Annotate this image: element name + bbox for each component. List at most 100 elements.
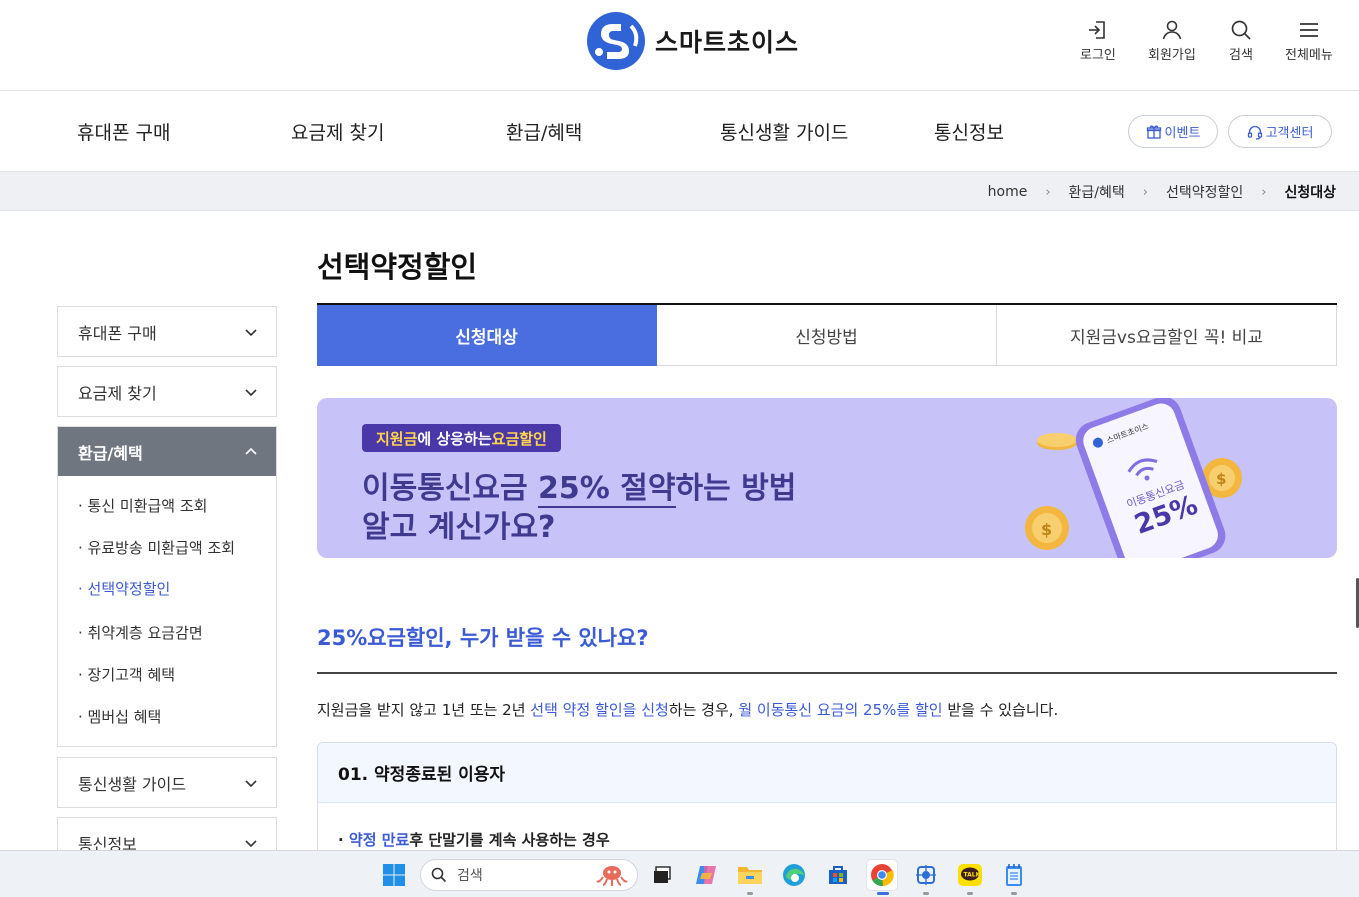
promo-banner: 지원금 에 상응하는 요금할인 이동통신요금 25% 절약하는 방법 알고 계신가…	[317, 398, 1337, 558]
badge-text: 에 상응하는	[417, 429, 492, 448]
running-indicator	[747, 892, 753, 895]
event-label: 이벤트	[1164, 126, 1201, 141]
breadcrumb-current: 신청대상	[1284, 185, 1336, 201]
banner-headline-1: 이동통신요금 25% 절약하는 방법	[362, 463, 797, 508]
item-highlight: 약정 만료	[348, 831, 410, 849]
desc-text: 받을 수 있습니다.	[942, 701, 1059, 719]
headline-text: 하는 방법	[675, 471, 797, 506]
main-nav: 휴대폰 구매 요금제 찾기 환급/혜택 통신생활 가이드 통신정보 이벤트 고객…	[0, 91, 1359, 171]
sidebar-item-label: 휴대폰 구매	[78, 323, 157, 343]
sidebar-sub-long-term-benefit[interactable]: · 장기고객 혜택	[78, 664, 175, 685]
site-logo[interactable]: 스마트초이스	[587, 12, 799, 70]
notepad-icon[interactable]	[998, 859, 1030, 895]
sidebar-item-label: 통신생활 가이드	[78, 774, 187, 794]
search-icon	[431, 867, 447, 883]
customer-center-label: 고객센터	[1265, 126, 1314, 141]
signup-button[interactable]: 회원가입	[1148, 18, 1196, 63]
chevron-right-icon: ›	[1261, 184, 1267, 200]
hamburger-icon	[1299, 23, 1318, 37]
svg-text:$: $	[1041, 520, 1052, 539]
tab-eligibility[interactable]: 신청대상	[317, 305, 657, 366]
breadcrumb-refund[interactable]: 환급/혜택	[1069, 182, 1125, 202]
all-menu-label: 전체메뉴	[1285, 48, 1333, 63]
copilot-icon[interactable]	[690, 859, 722, 891]
section-title: 25%요금할인, 누가 받을 수 있나요?	[317, 626, 649, 650]
snipping-tool-icon[interactable]	[910, 859, 942, 895]
login-button[interactable]: 로그인	[1080, 18, 1116, 63]
sidebar-sub-selective-discount[interactable]: · 선택약정할인	[78, 578, 170, 599]
sidebar-header[interactable]: 통신생활 가이드	[58, 758, 276, 807]
badge-highlight-1: 지원금	[376, 429, 418, 448]
nav-telecom-info[interactable]: 통신정보	[934, 118, 1004, 145]
customer-center-button[interactable]: 고객센터	[1228, 115, 1332, 148]
nav-phone-purchase[interactable]: 휴대폰 구매	[77, 118, 170, 145]
sidebar-header-open[interactable]: 환급/혜택	[58, 427, 276, 476]
banner-headline-2: 알고 계신가요?	[362, 510, 556, 545]
logo-text: 스마트초이스	[655, 28, 800, 57]
event-button[interactable]: 이벤트	[1128, 115, 1218, 148]
windows-start-icon[interactable]	[378, 859, 410, 891]
sidebar-sub-vulnerable-reduction[interactable]: · 취약계층 요금감면	[78, 622, 203, 643]
edge-browser-icon[interactable]	[778, 859, 810, 891]
bullet: ·	[338, 831, 349, 849]
sidebar-item-plan-finder[interactable]: 요금제 찾기	[57, 366, 277, 417]
banner-badge: 지원금 에 상응하는 요금할인	[362, 424, 561, 452]
section-description: 지원금을 받지 않고 1년 또는 2년 선택 약정 할인을 신청하는 경우, 월…	[317, 699, 1058, 720]
tab-comparison[interactable]: 지원금vs요금할인 꼭! 비교	[997, 305, 1337, 366]
sidebar-item-label: 요금제 찾기	[78, 383, 157, 403]
nav-refund-benefit[interactable]: 환급/혜택	[506, 118, 582, 145]
nav-telecom-guide[interactable]: 통신생활 가이드	[720, 118, 848, 145]
desc-highlight: 선택 약정 할인을 신청	[530, 701, 669, 719]
sidebar-item-telecom-guide[interactable]: 통신생활 가이드	[57, 757, 277, 808]
search-button[interactable]: 검색	[1229, 18, 1253, 63]
windows-taskbar: 검색 TALK	[0, 850, 1359, 897]
top-header: 스마트초이스 로그인 회원가입 검색 전체메뉴	[0, 0, 1359, 91]
chevron-down-icon	[245, 388, 257, 396]
sidebar-header[interactable]: 요금제 찾기	[58, 367, 276, 416]
chevron-down-icon	[245, 328, 257, 336]
svg-text:$: $	[1216, 470, 1226, 488]
chevron-up-icon	[245, 447, 257, 455]
login-label: 로그인	[1080, 48, 1116, 63]
nav-plan-finder[interactable]: 요금제 찾기	[291, 118, 384, 145]
running-indicator	[923, 892, 929, 895]
badge-highlight-2: 요금할인	[491, 429, 547, 448]
breadcrumb-home[interactable]: home	[988, 184, 1028, 200]
chevron-down-icon	[245, 839, 257, 847]
logo-icon	[587, 12, 645, 70]
chrome-browser-icon[interactable]	[866, 859, 898, 895]
breadcrumb-discount[interactable]: 선택약정할인	[1166, 182, 1243, 202]
sidebar-sub-membership-benefit[interactable]: · 멤버십 혜택	[78, 706, 161, 727]
desc-text: 지원금을 받지 않고 1년 또는 2년	[317, 701, 531, 719]
sidebar-item-label: 환급/혜택	[78, 443, 143, 463]
gift-icon	[1146, 124, 1161, 139]
active-indicator	[877, 892, 889, 895]
card-title: 01. 약정종료된 이용자	[318, 743, 1336, 803]
user-icon	[1162, 20, 1182, 40]
page-title: 선택약정할인	[317, 250, 478, 284]
chevron-right-icon: ›	[1045, 184, 1051, 200]
chevron-right-icon: ›	[1142, 184, 1148, 200]
running-indicator	[1011, 892, 1017, 895]
sidebar-header[interactable]: 휴대폰 구매	[58, 307, 276, 356]
kakaotalk-icon[interactable]: TALK	[954, 859, 986, 895]
content-tabs: 신청대상 신청방법 지원금vs요금할인 꼭! 비교	[317, 303, 1337, 366]
all-menu-button[interactable]: 전체메뉴	[1285, 18, 1333, 63]
file-explorer-icon[interactable]	[734, 859, 766, 895]
sidebar-sub-unrefunded-broadcast[interactable]: · 유료방송 미환급액 조회	[78, 537, 235, 558]
taskbar-search-box[interactable]: 검색	[420, 859, 638, 891]
headset-icon	[1247, 125, 1262, 140]
sidebar-item-phone-purchase[interactable]: 휴대폰 구매	[57, 306, 277, 357]
item-text: 후 단말기를 계속 사용하는 경우	[409, 831, 610, 849]
desc-text: 하는 경우,	[668, 701, 739, 719]
login-icon	[1088, 21, 1105, 39]
microsoft-store-icon[interactable]	[822, 859, 854, 891]
signup-label: 회원가입	[1148, 48, 1196, 63]
search-label: 검색	[1229, 48, 1253, 63]
tab-how-to-apply[interactable]: 신청방법	[657, 305, 997, 366]
task-view-icon[interactable]	[646, 859, 678, 891]
octopus-icon	[596, 866, 628, 886]
sidebar-item-refund-benefit: 환급/혜택 · 통신 미환급액 조회 · 유료방송 미환급액 조회 · 선택약정…	[57, 426, 277, 747]
search-icon	[1231, 20, 1251, 40]
sidebar-sub-unrefunded-telecom[interactable]: · 통신 미환급액 조회	[78, 495, 207, 516]
